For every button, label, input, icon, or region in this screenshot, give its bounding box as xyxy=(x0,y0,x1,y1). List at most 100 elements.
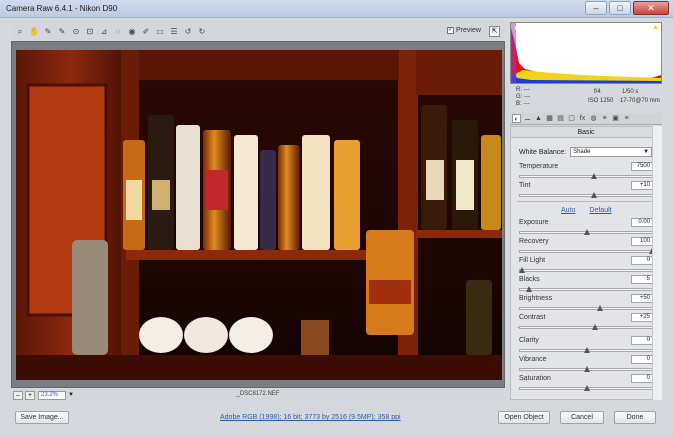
red-eye-icon[interactable]: ◉ xyxy=(126,26,138,38)
open-object-button[interactable]: Open Object xyxy=(498,411,550,424)
temperature-value[interactable]: 7500 xyxy=(631,162,653,171)
g-label: G: xyxy=(516,94,523,100)
brightness-track[interactable] xyxy=(519,307,653,310)
tab-split-toning-icon[interactable]: ▤ xyxy=(556,114,565,123)
recovery-slider[interactable]: Recovery 100 xyxy=(519,237,655,256)
preferences-icon[interactable]: ☰ xyxy=(168,26,180,38)
white-balance-icon[interactable]: ✎ xyxy=(42,26,54,38)
vibrance-value[interactable]: 0 xyxy=(631,355,653,364)
tint-value[interactable]: +10 xyxy=(631,181,653,190)
histogram: ▲ ▲ xyxy=(510,22,662,84)
done-button[interactable]: Done xyxy=(614,411,656,424)
blacks-value[interactable]: 5 xyxy=(631,275,653,284)
clarity-thumb[interactable] xyxy=(584,347,590,353)
contrast-slider[interactable]: Contrast +25 xyxy=(519,313,655,332)
contrast-track[interactable] xyxy=(519,326,653,329)
close-button[interactable]: ✕ xyxy=(633,1,669,15)
shutter-value: 1/50 s xyxy=(622,89,639,95)
contrast-value[interactable]: +25 xyxy=(631,313,653,322)
recovery-label: Recovery xyxy=(519,238,549,245)
exposure-slider[interactable]: Exposure 0.00 xyxy=(519,218,655,237)
zoom-icon[interactable]: ⌕ xyxy=(14,26,26,38)
saturation-thumb[interactable] xyxy=(584,385,590,391)
white-balance-select[interactable]: Shade ▼ xyxy=(570,147,653,157)
tab-presets-icon[interactable]: ≡ xyxy=(600,114,609,123)
graduated-filter-icon[interactable]: ▭ xyxy=(154,26,166,38)
tab-lens-corrections-icon[interactable]: ▢ xyxy=(567,114,576,123)
vibrance-thumb[interactable] xyxy=(584,366,590,372)
brightness-slider[interactable]: Brightness +50 xyxy=(519,294,655,313)
tab-effects-icon[interactable]: fx xyxy=(578,114,587,123)
workflow-options-link[interactable]: Adobe RGB (1998); 16 bit; 3773 by 2516 (… xyxy=(220,414,401,421)
toolbar: ⌕ ✋ ✎ ✎ ⊙ ⊡ ⊿ ◌ ◉ ✐ ▭ ☰ ↺ ↻ xyxy=(11,24,505,40)
tint-thumb[interactable] xyxy=(590,192,597,198)
shadow-clipping-icon[interactable]: ▲ xyxy=(513,24,520,31)
aperture-value: f/4 xyxy=(594,89,601,95)
recovery-value[interactable]: 100 xyxy=(631,237,653,246)
blacks-slider[interactable]: Blacks 5 xyxy=(519,275,655,294)
auto-link[interactable]: Auto xyxy=(561,207,575,214)
exposure-value[interactable]: 0.00 xyxy=(631,218,653,227)
highlight-clipping-icon[interactable]: ▲ xyxy=(652,24,659,31)
white-balance-value: Shade xyxy=(573,149,591,155)
tab-hsl-icon[interactable]: ▦ xyxy=(545,114,554,123)
default-link[interactable]: Default xyxy=(589,207,611,214)
lens-value: 17-70@70 mm xyxy=(620,98,660,104)
cancel-button[interactable]: Cancel xyxy=(560,411,604,424)
tint-track[interactable] xyxy=(519,194,653,197)
hand-icon[interactable]: ✋ xyxy=(28,26,40,38)
spot-removal-icon[interactable]: ◌ xyxy=(112,26,124,38)
image-canvas[interactable] xyxy=(11,41,505,388)
blacks-label: Blacks xyxy=(519,276,540,283)
saturation-value[interactable]: 0 xyxy=(631,374,653,383)
clarity-slider[interactable]: Clarity 0 xyxy=(519,336,655,355)
fill-light-track[interactable] xyxy=(519,269,653,272)
recovery-track[interactable] xyxy=(519,250,653,253)
save-image-button[interactable]: Save Image... xyxy=(15,411,69,424)
tab-tone-curve-icon[interactable]: ⚊ xyxy=(523,114,532,123)
fill-light-slider[interactable]: Fill Light 0 xyxy=(519,256,655,275)
exposure-thumb[interactable] xyxy=(584,229,590,235)
straighten-icon[interactable]: ⊿ xyxy=(98,26,110,38)
brightness-thumb[interactable] xyxy=(597,305,603,311)
temperature-slider[interactable]: Temperature 7500 xyxy=(519,162,655,181)
tint-slider[interactable]: Tint +10 xyxy=(519,181,655,200)
preview-checkbox[interactable]: ✓ xyxy=(447,27,454,34)
adjustment-brush-icon[interactable]: ✐ xyxy=(140,26,152,38)
vibrance-slider[interactable]: Vibrance 0 xyxy=(519,355,655,374)
contrast-thumb[interactable] xyxy=(591,324,598,330)
fill-light-value[interactable]: 0 xyxy=(631,256,653,265)
camera-info: R: --- G: --- B: --- f/4 1/50 s ISO 1250… xyxy=(512,86,662,110)
chevron-down-icon: ▼ xyxy=(643,149,650,155)
rotate-ccw-icon[interactable]: ↺ xyxy=(182,26,194,38)
temperature-label: Temperature xyxy=(519,163,559,170)
white-balance-label: White Balance: xyxy=(519,148,567,156)
bar-shelf-photo xyxy=(16,50,502,380)
crop-icon[interactable]: ⊡ xyxy=(84,26,96,38)
fill-light-thumb[interactable] xyxy=(519,267,525,273)
fullscreen-icon[interactable]: ⇱ xyxy=(489,26,500,37)
tab-detail-icon[interactable]: ▲ xyxy=(534,114,543,123)
blacks-thumb[interactable] xyxy=(525,286,532,292)
minimize-button[interactable]: – xyxy=(585,1,607,15)
tab-basic-icon[interactable]: ◐ xyxy=(512,114,521,123)
blacks-track[interactable] xyxy=(519,288,653,291)
preview-toggle[interactable]: ✓ Preview xyxy=(447,27,481,34)
tab-snapshots-icon[interactable]: ▣ xyxy=(611,114,620,123)
tab-camera-calibration-icon[interactable]: ◍ xyxy=(589,114,598,123)
temperature-track[interactable] xyxy=(519,175,653,178)
brightness-value[interactable]: +50 xyxy=(631,294,653,303)
panel-scrollbar[interactable] xyxy=(652,126,662,400)
clarity-value[interactable]: 0 xyxy=(631,336,653,345)
image-filename: _DSC8172.NEF xyxy=(236,391,280,397)
tint-label: Tint xyxy=(519,182,531,189)
rotate-cw-icon[interactable]: ↻ xyxy=(196,26,208,38)
iso-value: ISO 1250 xyxy=(588,98,614,104)
tab-panel-menu-icon[interactable]: ≡ xyxy=(622,114,631,123)
temperature-thumb[interactable] xyxy=(590,173,597,179)
target-adjust-icon[interactable]: ⊙ xyxy=(70,26,82,38)
maximize-button[interactable]: □ xyxy=(609,1,631,15)
color-sampler-icon[interactable]: ✎ xyxy=(56,26,68,38)
image-status-bar: – + 23.2% ▼ _DSC8172.NEF xyxy=(11,389,505,401)
saturation-slider[interactable]: Saturation 0 xyxy=(519,374,655,393)
